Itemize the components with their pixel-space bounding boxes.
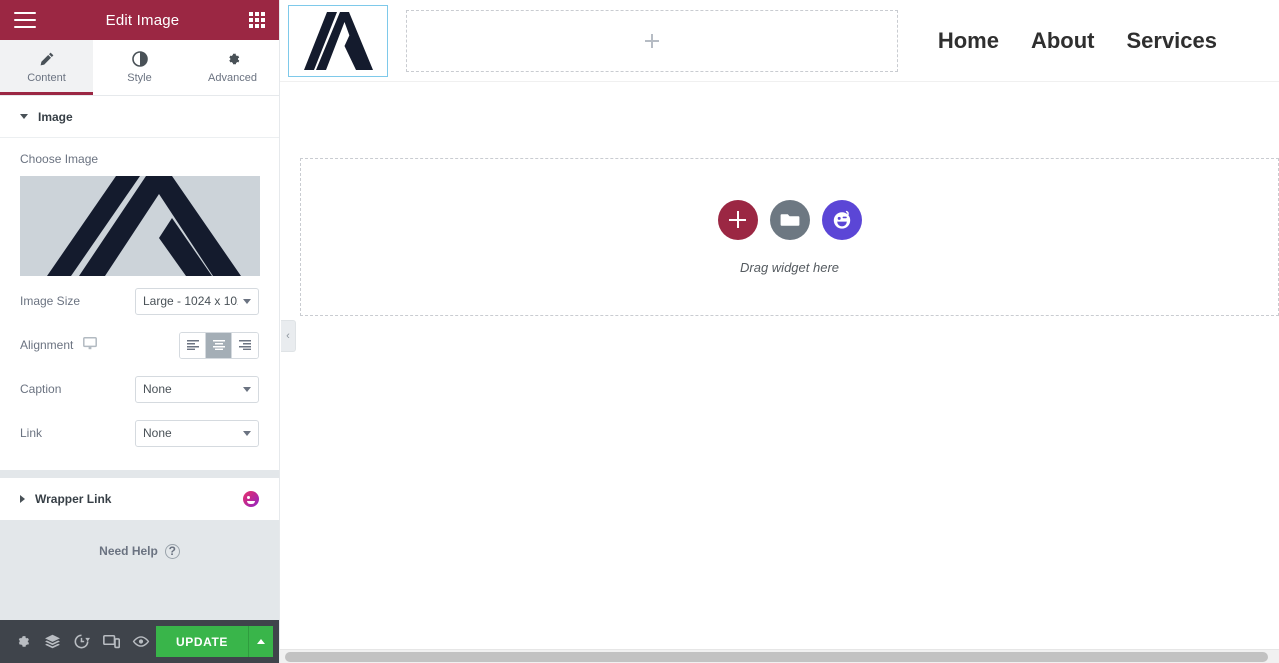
nav-item-home[interactable]: Home xyxy=(938,28,999,54)
caption-select[interactable]: None xyxy=(135,375,259,403)
happy-face-icon xyxy=(833,210,850,229)
empty-column-dropzone[interactable] xyxy=(406,9,898,72)
tab-content-label: Content xyxy=(27,72,66,84)
section-wrapper-link: Wrapper Link xyxy=(0,478,279,520)
widgets-grid-icon[interactable] xyxy=(249,12,265,28)
section-image-header[interactable]: Image xyxy=(0,96,279,138)
need-help-label: Need Help xyxy=(99,544,158,558)
horizontal-scrollbar[interactable] xyxy=(280,649,1279,663)
elementor-ai-button[interactable] xyxy=(821,199,862,240)
site-header-section: Home About Services xyxy=(280,0,1279,82)
preview-eye-icon[interactable] xyxy=(126,620,156,663)
update-button[interactable]: UPDATE xyxy=(155,626,249,657)
align-right-button[interactable] xyxy=(232,332,258,358)
update-options-button[interactable] xyxy=(248,626,274,657)
panel-title: Edit Image xyxy=(105,11,180,29)
section-wrapper-link-title: Wrapper Link xyxy=(35,492,112,506)
tab-style[interactable]: Style xyxy=(93,40,186,95)
image-preview-thumbnail[interactable] xyxy=(20,176,260,276)
image-size-value: Large - 1024 x 102 xyxy=(143,294,238,308)
dropzone-actions xyxy=(717,199,862,240)
drag-widget-hint: Drag widget here xyxy=(740,259,839,275)
section-image: Image Choose Image Image Size Large - 10… xyxy=(0,96,279,470)
chevron-down-icon xyxy=(243,299,251,304)
row-alignment: Alignment xyxy=(20,326,259,364)
need-help-button[interactable]: Need Help ? xyxy=(99,543,180,559)
desktop-monitor-icon[interactable] xyxy=(83,337,98,353)
chevron-left-icon: ‹ xyxy=(286,330,290,342)
caption-value: None xyxy=(143,382,172,396)
row-link: Link None xyxy=(20,414,259,452)
tab-content[interactable]: Content xyxy=(0,40,93,95)
navigator-layers-icon[interactable] xyxy=(38,620,68,663)
panel-footer: UPDATE xyxy=(0,620,279,663)
caret-up-icon xyxy=(257,639,266,644)
plus-icon[interactable] xyxy=(645,33,659,48)
responsive-mode-icon[interactable] xyxy=(97,620,127,663)
row-image-size: Image Size Large - 1024 x 102 xyxy=(20,282,259,320)
nav-item-services[interactable]: Services xyxy=(1126,28,1217,54)
section-image-body: Choose Image Image Size Large - 1024 x 1… xyxy=(0,138,279,470)
alignment-label: Alignment xyxy=(20,338,74,352)
folder-icon xyxy=(780,214,799,226)
row-caption: Caption None xyxy=(20,370,259,408)
panel-body: Image Choose Image Image Size Large - 10… xyxy=(0,96,279,620)
site-navigation: Home About Services xyxy=(938,28,1279,54)
chevron-down-icon xyxy=(243,431,251,436)
hamburger-menu-icon[interactable] xyxy=(14,12,36,28)
need-help-block: Need Help ? xyxy=(0,520,279,560)
update-button-group: UPDATE xyxy=(155,626,274,657)
choose-image-label: Choose Image xyxy=(20,152,99,166)
company-logo-preview xyxy=(20,176,260,276)
image-size-label: Image Size xyxy=(20,294,81,308)
panel-tabs: Content Style Advanced xyxy=(0,40,279,96)
align-center-button[interactable] xyxy=(206,332,232,358)
link-label: Link xyxy=(20,426,43,440)
section-wrapper-link-header[interactable]: Wrapper Link xyxy=(0,478,279,520)
link-value: None xyxy=(143,426,172,440)
widget-dropzone-section[interactable]: Drag widget here xyxy=(300,158,1279,316)
contrast-icon xyxy=(131,51,148,67)
caption-label: Caption xyxy=(20,382,62,396)
settings-gear-icon[interactable] xyxy=(8,620,38,663)
tab-style-label: Style xyxy=(127,72,152,84)
preview-canvas: Home About Services Drag widget here ‹ xyxy=(280,0,1279,663)
chevron-right-icon xyxy=(20,495,25,503)
panel-collapse-handle[interactable]: ‹ xyxy=(281,320,296,352)
elementor-editor: Edit Image Content Style Advanced Image … xyxy=(0,0,1279,663)
alignment-label-group: Alignment xyxy=(20,337,98,353)
chevron-down-icon xyxy=(243,387,251,392)
horizontal-scrollbar-thumb[interactable] xyxy=(285,652,1268,662)
panel-header: Edit Image xyxy=(0,0,279,40)
image-size-select[interactable]: Large - 1024 x 102 xyxy=(135,287,259,315)
add-widget-button[interactable] xyxy=(717,199,758,240)
tab-advanced-label: Advanced xyxy=(208,72,257,84)
site-logo-widget[interactable] xyxy=(288,4,388,77)
history-revisions-icon[interactable] xyxy=(67,620,97,663)
editor-panel: Edit Image Content Style Advanced Image … xyxy=(0,0,280,663)
question-mark-icon: ? xyxy=(164,543,180,559)
link-select[interactable]: None xyxy=(135,419,259,447)
panel-empty-space: Need Help ? xyxy=(0,520,279,620)
chevron-down-icon xyxy=(20,114,28,119)
gear-icon xyxy=(225,51,241,67)
pencil-icon xyxy=(39,51,55,67)
template-library-button[interactable] xyxy=(769,199,810,240)
plus-icon xyxy=(729,211,746,228)
section-image-title: Image xyxy=(38,109,73,124)
nav-item-about[interactable]: About xyxy=(1031,28,1095,54)
elementor-pro-badge-icon[interactable] xyxy=(243,491,259,507)
site-logo-image xyxy=(304,11,373,70)
alignment-button-group xyxy=(179,331,259,359)
align-left-button[interactable] xyxy=(180,332,206,358)
tab-advanced[interactable]: Advanced xyxy=(186,40,279,95)
